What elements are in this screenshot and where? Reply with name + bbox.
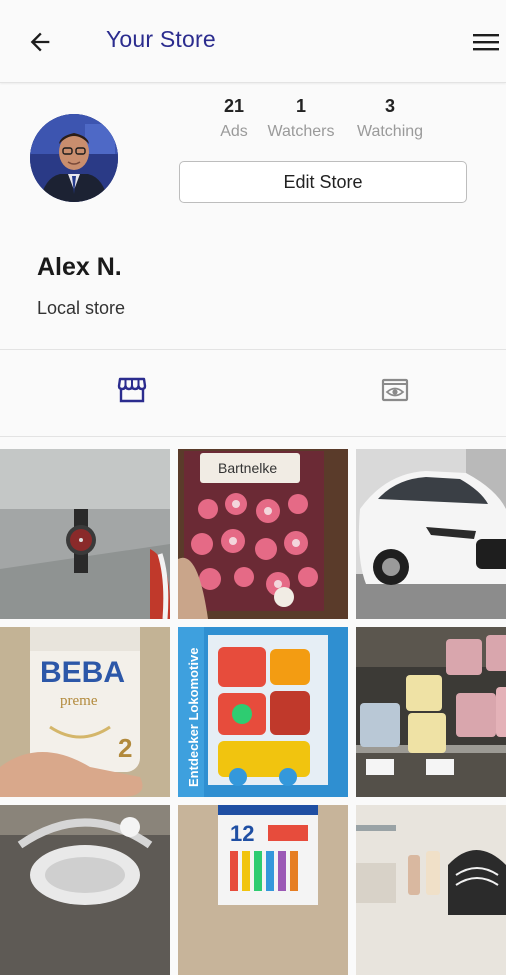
svg-text:12: 12 — [230, 821, 254, 846]
tab-watching[interactable] — [377, 372, 413, 408]
eye-icon — [381, 378, 409, 402]
store-description: Local store — [37, 298, 126, 318]
shop-shelf-photo — [356, 805, 506, 975]
storefront-icon — [117, 377, 147, 403]
grid-item[interactable] — [356, 449, 506, 619]
svg-text:BEBA: BEBA — [40, 656, 125, 689]
stat-watchers[interactable]: 1 Watchers — [256, 94, 346, 144]
svg-text:Entdecker Lokomotive: Entdecker Lokomotive — [186, 648, 201, 787]
baby-bouncer-photo — [0, 805, 170, 975]
grid-item[interactable] — [356, 627, 506, 797]
svg-text:2: 2 — [118, 733, 132, 763]
grid-item[interactable] — [0, 449, 170, 619]
grid-item[interactable]: BEBA preme 2 — [0, 627, 170, 797]
grid-item[interactable] — [356, 805, 506, 975]
ads-grid: Bartnelke BEBA preme 2 Entdecker Lokomot… — [0, 449, 506, 975]
stat-watching-label: Watching — [356, 123, 424, 140]
stat-watchers-label: Watchers — [267, 123, 335, 140]
menu-button[interactable] — [466, 24, 506, 60]
grid-item[interactable] — [0, 805, 170, 975]
edit-store-button[interactable]: Edit Store — [179, 161, 467, 203]
avatar[interactable] — [30, 114, 118, 202]
stat-watchers-value: 1 — [295, 96, 306, 116]
svg-text:Bartnelke: Bartnelke — [218, 460, 277, 476]
staedtler-pencils-photo: 12 — [178, 805, 348, 975]
grid-item[interactable]: Entdecker Lokomotive — [178, 627, 348, 797]
stat-watching-value: 3 — [384, 96, 395, 116]
toy-locomotive-photo: Entdecker Lokomotive — [178, 627, 348, 797]
divider — [0, 349, 506, 350]
beba-formula-photo: BEBA preme 2 — [0, 627, 170, 797]
wristwatch-photo — [0, 449, 170, 619]
svg-text:preme: preme — [60, 693, 98, 709]
pastel-mugs-photo — [356, 627, 506, 797]
app-bar: Your Store — [0, 0, 506, 83]
divider — [0, 436, 506, 437]
store-owner-name: Alex N. — [37, 253, 122, 281]
grid-item[interactable]: 12 — [178, 805, 348, 975]
page-title: Your Store — [106, 26, 216, 52]
white-car-photo — [356, 449, 506, 619]
back-button[interactable] — [22, 24, 58, 60]
carnation-seed-packet-photo: Bartnelke — [178, 449, 348, 619]
tab-store-ads[interactable] — [114, 372, 150, 408]
stat-watching[interactable]: 3 Watching — [345, 94, 435, 144]
hamburger-menu-icon — [473, 34, 499, 51]
arrow-back-icon — [30, 32, 50, 52]
grid-item[interactable]: Bartnelke — [178, 449, 348, 619]
